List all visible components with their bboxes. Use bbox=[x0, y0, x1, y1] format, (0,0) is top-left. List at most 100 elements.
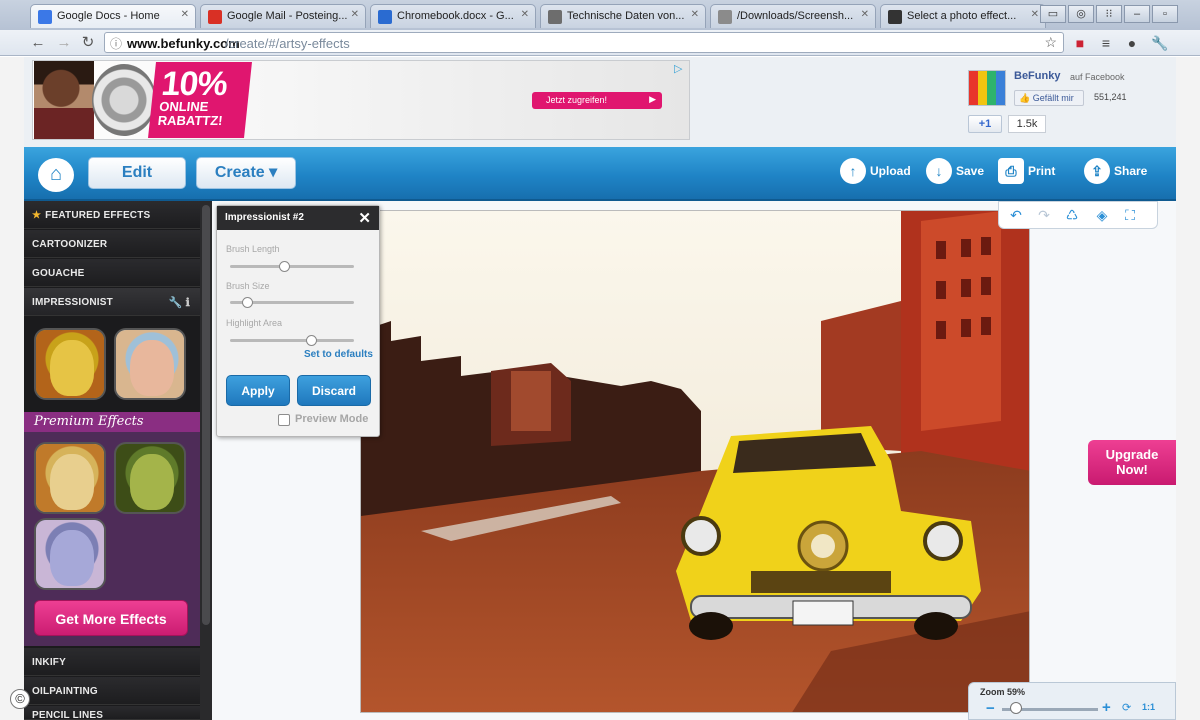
reload-icon[interactable]: ↻ bbox=[78, 34, 98, 52]
get-more-effects-button[interactable]: Get More Effects bbox=[34, 600, 188, 636]
fullscreen-icon[interactable]: ⛶ bbox=[1120, 205, 1140, 225]
share-label: Share bbox=[1114, 164, 1148, 178]
category-label: IMPRESSIONIST bbox=[32, 297, 113, 308]
effect-thumb-impressionist-2[interactable] bbox=[114, 328, 186, 400]
close-icon[interactable]: ✕ bbox=[861, 9, 869, 20]
facebook-page-name[interactable]: BeFunky bbox=[1014, 70, 1060, 82]
wrench-icon[interactable]: 🔧 bbox=[1150, 33, 1170, 53]
close-icon[interactable]: ✕ bbox=[351, 9, 359, 20]
google-plus-one-button[interactable]: +1 bbox=[968, 115, 1002, 133]
ad-cta-label: Jetzt zugreifen! bbox=[546, 95, 608, 105]
premium-thumb-2[interactable] bbox=[114, 442, 186, 514]
sidebar-scrollbar-thumb[interactable] bbox=[202, 205, 210, 625]
page-margin-right bbox=[1176, 57, 1200, 720]
site-icon bbox=[548, 10, 562, 24]
highlight-area-label: Highlight Area bbox=[226, 318, 283, 328]
browser-tab-google-mail[interactable]: Google Mail - Posteing... ✕ bbox=[200, 4, 366, 28]
brush-size-slider-handle[interactable] bbox=[241, 297, 253, 308]
tab-label: Technische Daten von... bbox=[567, 10, 685, 22]
forward-icon[interactable]: → bbox=[54, 34, 74, 52]
bookmark-star-icon[interactable]: ☆ bbox=[1044, 34, 1057, 51]
zoom-out-icon[interactable]: − bbox=[986, 700, 995, 717]
close-icon[interactable]: ✕ bbox=[1031, 9, 1039, 20]
browser-tab-google-docs[interactable]: Google Docs - Home ✕ bbox=[30, 4, 196, 28]
category-label: CARTOONIZER bbox=[32, 239, 108, 250]
browser-tab-chromebook-docx[interactable]: Chromebook.docx - G... ✕ bbox=[370, 4, 536, 28]
back-icon[interactable]: ← bbox=[28, 34, 48, 52]
befunky-logo bbox=[968, 70, 1006, 106]
thumbs-up-icon: 👍 bbox=[1019, 93, 1031, 103]
share-button[interactable]: ⇪ Share bbox=[1084, 158, 1147, 192]
save-icon: ↓ bbox=[926, 158, 952, 184]
tab-label: Google Docs - Home bbox=[57, 10, 160, 22]
print-button[interactable]: ⎙ Print bbox=[998, 158, 1055, 192]
preview-mode-checkbox[interactable] bbox=[278, 414, 290, 426]
zoom-in-icon[interactable]: + bbox=[1102, 699, 1111, 716]
adchoices-icon[interactable]: ▷ bbox=[674, 62, 682, 75]
upgrade-now-button[interactable]: Upgrade Now! bbox=[1088, 440, 1176, 485]
close-icon[interactable]: ✕ bbox=[691, 9, 699, 20]
redo-icon[interactable]: ↷ bbox=[1034, 205, 1054, 225]
document-icon bbox=[378, 10, 392, 24]
facebook-page-sub: auf Facebook bbox=[1070, 72, 1125, 82]
zoom-actual-size-button[interactable]: 1:1 bbox=[1142, 702, 1155, 712]
highlight-area-slider-track[interactable] bbox=[230, 339, 354, 342]
discard-button[interactable]: Discard bbox=[297, 375, 371, 406]
category-label: PENCIL LINES bbox=[32, 710, 104, 720]
browser-tab-befunky[interactable]: Select a photo effect... ✕ bbox=[880, 4, 1046, 28]
category-featured-effects[interactable]: ★ FEATURED EFFECTS bbox=[24, 201, 200, 229]
layers-icon[interactable]: ◈ bbox=[1092, 205, 1112, 225]
premium-effects-header: Premium Effects bbox=[24, 412, 200, 432]
upload-button[interactable]: ↑ Upload bbox=[840, 158, 911, 192]
facebook-like-count: 551,241 bbox=[1094, 92, 1127, 102]
home-icon[interactable]: ⌂ bbox=[38, 158, 74, 192]
ad-person-image bbox=[34, 61, 94, 139]
arrow-right-icon: ▶ bbox=[649, 94, 656, 104]
zoom-label: Zoom 59% bbox=[980, 687, 1026, 697]
window-maximize-icon[interactable]: ▫ bbox=[1152, 5, 1178, 23]
facebook-like-button[interactable]: 👍 Gefällt mir bbox=[1014, 90, 1084, 106]
brush-length-slider-track[interactable] bbox=[230, 265, 354, 268]
close-icon[interactable]: ✕ bbox=[181, 9, 189, 20]
ad-line-rabatt: RABATTZ! bbox=[157, 113, 224, 128]
effect-thumb-impressionist-1[interactable] bbox=[34, 328, 106, 400]
page-margin-left bbox=[0, 57, 24, 720]
extension-circle-icon[interactable]: ● bbox=[1122, 33, 1142, 53]
close-icon[interactable]: ✕ bbox=[358, 209, 371, 227]
category-cartoonizer[interactable]: CARTOONIZER bbox=[24, 230, 200, 258]
set-to-defaults-link[interactable]: Set to defaults bbox=[304, 349, 373, 360]
window-menu-icon[interactable]: ▭ bbox=[1040, 5, 1066, 23]
edited-photo[interactable] bbox=[360, 210, 1030, 713]
window-minimize-icon[interactable]: – bbox=[1124, 5, 1150, 23]
close-icon[interactable]: ✕ bbox=[521, 9, 529, 20]
save-button[interactable]: ↓ Save bbox=[926, 158, 984, 192]
apply-button[interactable]: Apply bbox=[226, 375, 290, 406]
extension-icon[interactable]: ■ bbox=[1070, 33, 1090, 53]
ad-cta-button[interactable]: Jetzt zugreifen! ▶ bbox=[532, 92, 662, 109]
tab-label: /Downloads/Screensh... bbox=[737, 10, 854, 22]
category-oilpainting[interactable]: OILPAINTING bbox=[24, 677, 200, 705]
category-pencil-lines[interactable]: PENCIL LINES bbox=[24, 706, 200, 720]
window-grid-icon[interactable]: ⁝⁝ bbox=[1096, 5, 1122, 23]
premium-thumb-1[interactable] bbox=[34, 442, 106, 514]
recycle-icon[interactable]: ♺ bbox=[1062, 205, 1082, 225]
fit-to-screen-icon[interactable]: ⟳ bbox=[1122, 701, 1131, 714]
address-bar[interactable]: ⓘ www.befunky.com /create/#/artsy-effect… bbox=[104, 32, 1064, 53]
ad-line-online: ONLINE bbox=[158, 99, 210, 114]
premium-thumb-3[interactable] bbox=[34, 518, 106, 590]
window-status-icon[interactable]: ◎ bbox=[1068, 5, 1094, 23]
create-button[interactable]: Create ▾ bbox=[196, 157, 296, 189]
category-impressionist[interactable]: IMPRESSIONIST 🔧 ℹ bbox=[24, 288, 200, 316]
google-plus-count: 1.5k bbox=[1008, 115, 1046, 133]
share-icon: ⇪ bbox=[1084, 158, 1110, 184]
panel-title: Impressionist #2 bbox=[225, 212, 304, 223]
menu-lines-icon[interactable]: ≡ bbox=[1096, 33, 1116, 53]
edit-button[interactable]: Edit bbox=[88, 157, 186, 189]
browser-tab-downloads[interactable]: /Downloads/Screensh... ✕ bbox=[710, 4, 876, 28]
brush-length-slider-handle[interactable] bbox=[279, 261, 291, 272]
undo-icon[interactable]: ↶ bbox=[1006, 205, 1026, 225]
category-inkify[interactable]: INKIFY bbox=[24, 648, 200, 676]
browser-tab-technische-daten[interactable]: Technische Daten von... ✕ bbox=[540, 4, 706, 28]
settings-tools-icon[interactable]: 🔧 ℹ bbox=[168, 296, 190, 309]
category-gouache[interactable]: GOUACHE bbox=[24, 259, 200, 287]
